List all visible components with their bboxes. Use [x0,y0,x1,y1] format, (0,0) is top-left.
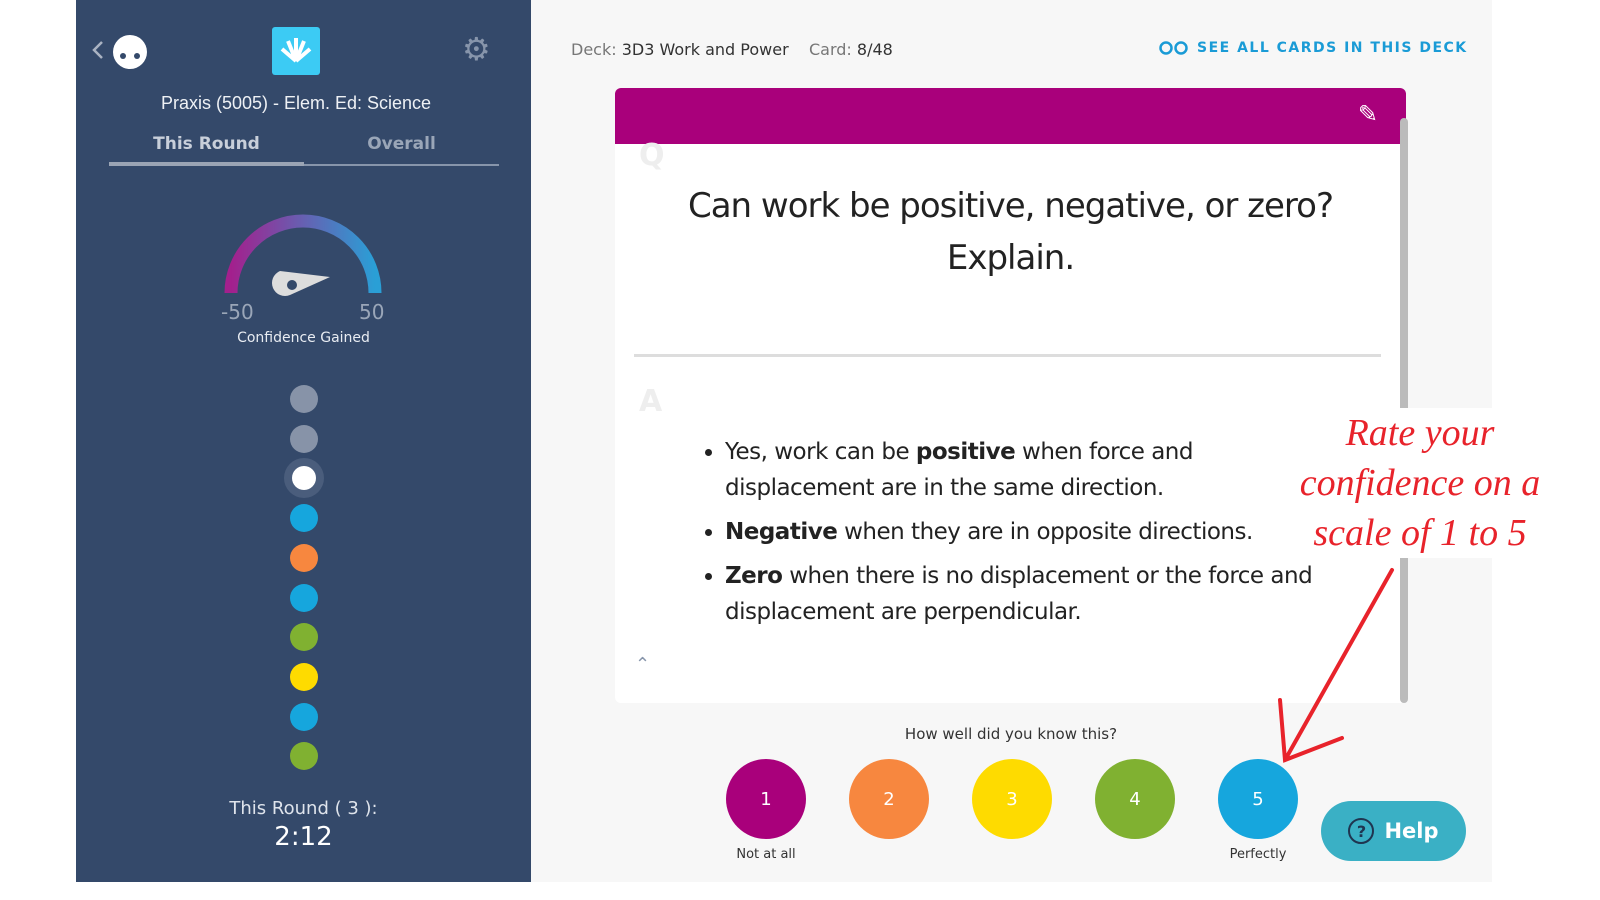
qa-divider [634,354,1381,357]
gauge-needle [271,271,330,297]
card-count: 8/48 [856,40,893,59]
answer-item: Zero when there is no displacement or th… [725,558,1335,630]
round-timer: 2:12 [274,822,333,852]
sidebar: ⚙ Praxis (5005) - Elem. Ed: Science This… [76,0,531,882]
gauge-caption: Confidence Gained [237,330,370,346]
confidence-gauge [224,214,382,297]
answer-marker: A [639,384,663,419]
round-label: This Round ( 3 ): [229,798,378,819]
tab-active-indicator [109,162,304,166]
deck-name: 3D3 Work and Power [621,40,789,59]
rate-3-button[interactable]: 3 [972,759,1052,839]
rate-1-button[interactable]: 1 [726,759,806,839]
settings-gear-icon[interactable]: ⚙ [462,33,491,65]
app-logo [272,27,320,75]
progress-dot [290,504,318,533]
tab-overall[interactable]: Overall [304,134,499,154]
answer-list: Yes, work can be positive when force and… [695,434,1335,638]
progress-dot [290,424,318,453]
tab-this-round[interactable]: This Round [109,134,304,154]
back-icon[interactable] [88,28,158,72]
rate-low-label: Not at all [736,847,796,862]
help-icon: ? [1348,818,1375,844]
annotation-arrow-icon [1278,568,1394,763]
deck-label: Deck: [571,40,617,59]
annotation-text: Rate your confidence on a scale of 1 to … [1270,408,1570,558]
progress-dot [290,543,318,572]
rate-4-button[interactable]: 4 [1095,759,1175,839]
gauge-max: 50 [359,300,385,324]
see-all-label: SEE ALL CARDS IN THIS DECK [1197,40,1468,56]
card-header: ✎ [615,88,1406,144]
gauge-min: -50 [221,300,254,324]
progress-dot [292,466,316,491]
deck-info: Deck: 3D3 Work and Power Card: 8/48 [571,40,893,59]
collapse-chevron-icon[interactable]: ⌃ [635,654,650,675]
progress-dot [290,583,318,612]
see-all-cards-link[interactable]: SEE ALL CARDS IN THIS DECK [1159,40,1468,56]
deck-set-title: Praxis (5005) - Elem. Ed: Science [160,93,432,113]
rate-2-button[interactable]: 2 [849,759,929,839]
question-marker: Q [639,138,665,173]
answer-item: Negative when they are in opposite direc… [725,514,1335,550]
question-text: Can work be positive, negative, or zero?… [687,186,1334,278]
progress-dot [290,702,318,731]
edit-pencil-icon[interactable]: ✎ [1358,100,1378,128]
glasses-icon [1159,41,1188,55]
answer-item: Yes, work can be positive when force and… [725,434,1335,506]
progress-dot [290,662,318,691]
help-button[interactable]: ? Help [1321,801,1466,861]
progress-dot [290,623,318,652]
help-label: Help [1384,819,1439,843]
progress-dot [290,742,318,771]
progress-dot [290,385,318,413]
card-label: Card: [809,40,852,59]
rate-high-label: Perfectly [1229,847,1287,862]
